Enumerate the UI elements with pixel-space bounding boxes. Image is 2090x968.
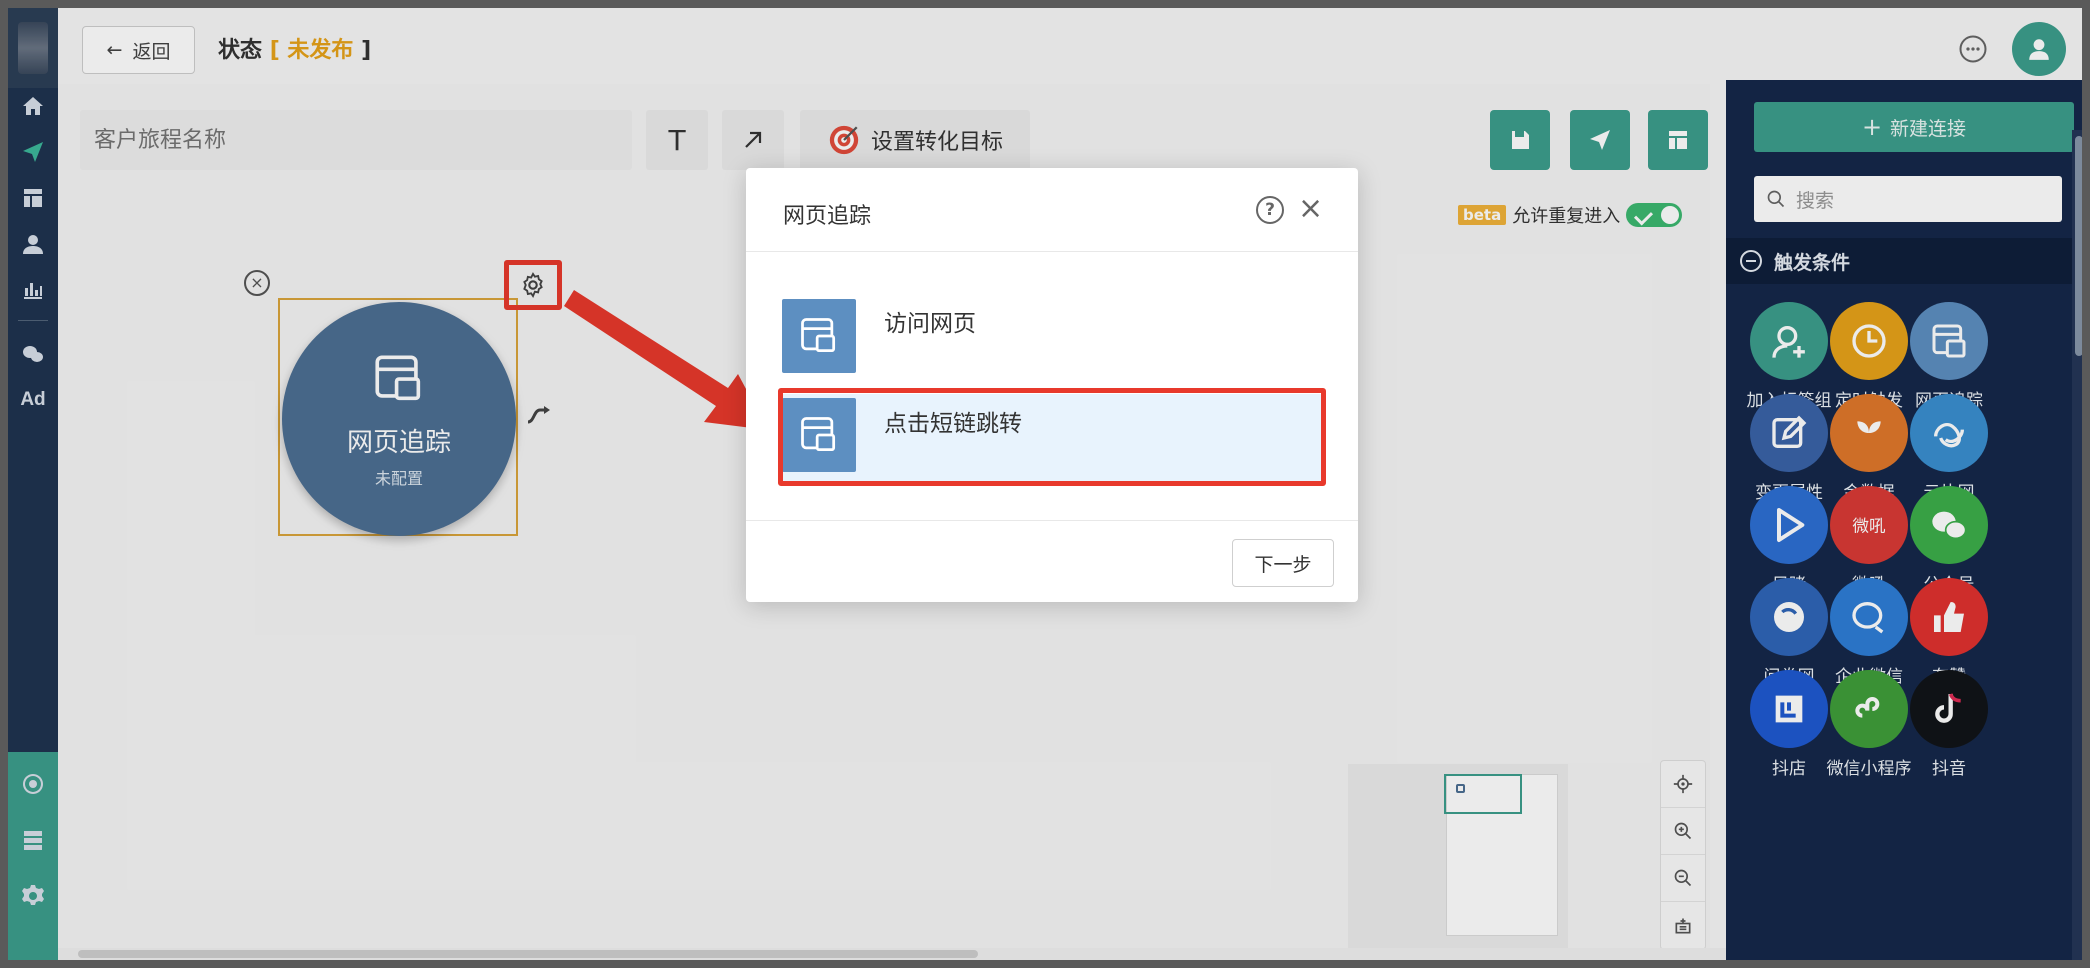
app-window: Ad ← 返回 状态 [ 未发布 ] 客户旅程名称 T 设置转化目标 beta … — [0, 0, 2090, 968]
webpage-icon — [782, 299, 856, 373]
dialog-footer: 下一步 — [746, 520, 1358, 602]
dialog-title: 网页追踪 — [783, 204, 872, 229]
webpage-tracking-dialog: 网页追踪 ? × 访问网页 点击短链跳转 下一步 — [746, 168, 1358, 602]
help-icon[interactable]: ? — [1256, 196, 1284, 224]
dialog-header: 网页追踪 ? × — [746, 168, 1358, 252]
option-visit-webpage[interactable]: 访问网页 — [782, 294, 1322, 374]
highlight-box — [778, 388, 1326, 486]
close-icon[interactable]: × — [1298, 194, 1323, 224]
next-step-button[interactable]: 下一步 — [1232, 539, 1334, 587]
